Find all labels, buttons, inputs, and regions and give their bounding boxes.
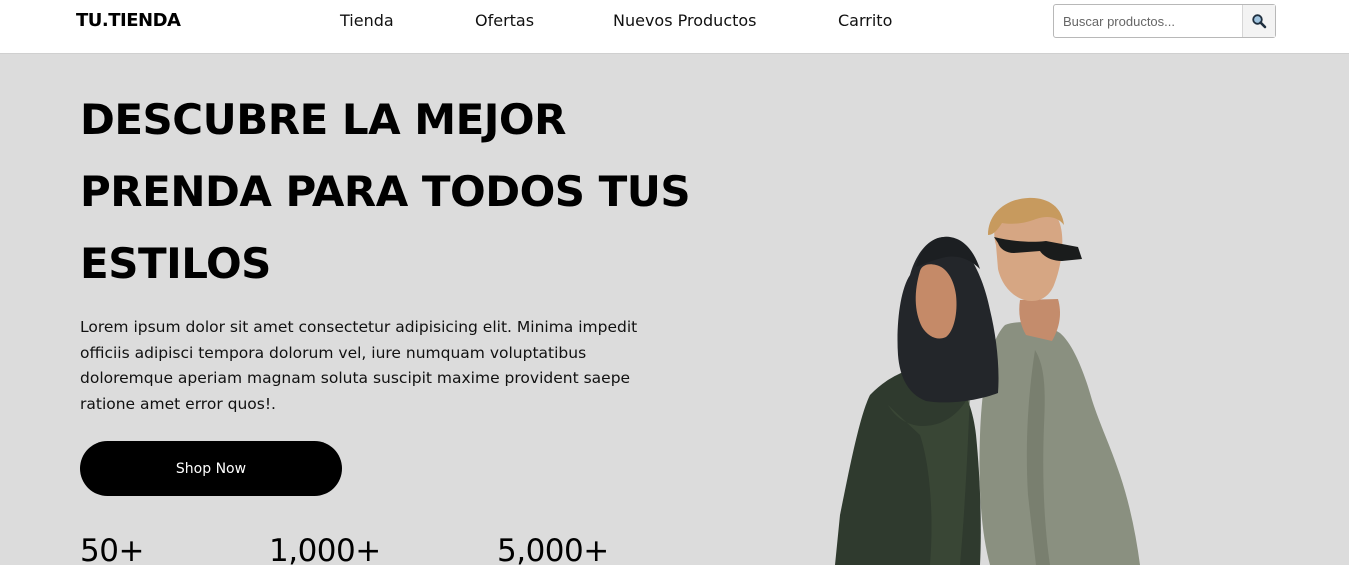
search-input[interactable] xyxy=(1054,5,1242,37)
nav-link-nuevos-productos[interactable]: Nuevos Productos xyxy=(613,11,757,30)
nav-link-tienda[interactable]: Tienda xyxy=(340,11,394,30)
top-navbar: TU.TIENDA Tienda Ofertas Nuevos Producto… xyxy=(0,0,1349,54)
hero-title: DESCUBRE LA MEJOR PRENDA PARA TODOS TUS … xyxy=(80,95,691,288)
hero-description: Lorem ipsum dolor sit amet consectetur a… xyxy=(80,318,638,413)
search-button[interactable] xyxy=(1242,5,1275,37)
nav-link-ofertas[interactable]: Ofertas xyxy=(475,11,534,30)
search-icon xyxy=(1252,14,1267,29)
search-box xyxy=(1053,4,1276,38)
nav-link-carrito[interactable]: Carrito xyxy=(838,11,892,30)
shop-now-button[interactable]: Shop Now xyxy=(80,441,342,496)
stat-value: 50+ xyxy=(80,533,144,565)
site-logo[interactable]: TU.TIENDA xyxy=(76,10,181,31)
hero-models-image xyxy=(835,197,1140,565)
stat-value: 1,000+ xyxy=(269,533,381,565)
stat-value: 5,000+ xyxy=(497,533,609,565)
